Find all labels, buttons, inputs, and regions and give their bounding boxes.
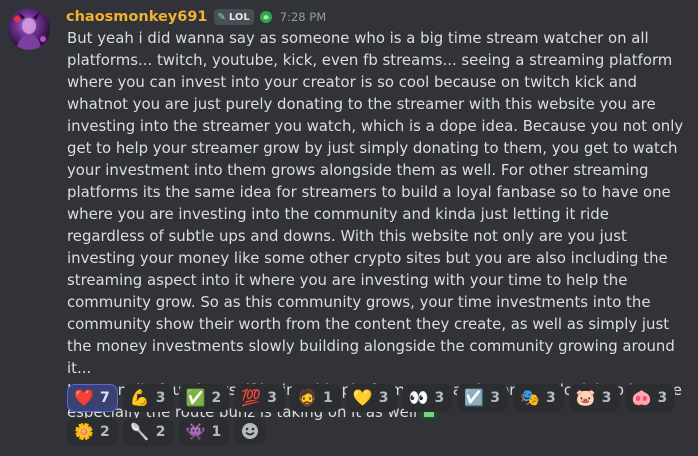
- reaction-count: 3: [267, 390, 277, 406]
- reaction-count: 2: [211, 390, 222, 406]
- reaction-check-mark-button[interactable]: ✅ 2: [178, 384, 230, 412]
- custom-face-icon: 🧔: [297, 388, 317, 407]
- reaction-count: 2: [100, 424, 110, 440]
- reaction-heart[interactable]: ❤️ 7: [67, 384, 118, 412]
- heart-icon: ❤️: [74, 388, 94, 407]
- reactions-row: 🌼 2 🥄 2 👾 1: [67, 418, 695, 446]
- reaction-check-box[interactable]: ☑️ 3: [457, 384, 508, 412]
- chat-message: chaosmonkey691 ✎ LOL 7:28 PM But yeah i …: [0, 0, 698, 456]
- reaction-count: 3: [490, 390, 500, 406]
- custom-gif-1-icon: 🎭: [520, 388, 540, 407]
- reaction-count: 3: [546, 390, 556, 406]
- check-box-icon: ☑️: [464, 388, 485, 407]
- reaction-custom-plant[interactable]: 🌼 2: [67, 418, 118, 446]
- reaction-count: 3: [601, 390, 612, 406]
- message-content: But yeah i did wanna say as someone who …: [67, 27, 691, 423]
- reactions-bar: ❤️ 7 💪 3 ✅ 2 💯 3 🧔 1 💛 3 👀 3 ☑️ 3 🎭 3 🐷 3 🐽 3 🌼 2 🥄 2 👾 1: [67, 384, 695, 452]
- reaction-count: 1: [211, 424, 222, 440]
- reaction-count: 3: [657, 390, 668, 406]
- flexed-biceps-icon: 💪: [129, 388, 150, 407]
- avatar-figure: [16, 12, 42, 50]
- custom-plant-icon: 🌼: [74, 422, 94, 441]
- timestamp: 7:28 PM: [279, 10, 327, 24]
- tag-label: LOL: [228, 11, 250, 23]
- hundred-points-icon: 💯: [241, 388, 262, 407]
- smiley-icon: [242, 423, 259, 439]
- clan-badge-icon[interactable]: [258, 9, 274, 25]
- custom-glitch-icon: 👾: [185, 422, 206, 441]
- server-tag[interactable]: ✎ LOL: [213, 9, 254, 25]
- add-reaction-button[interactable]: [234, 418, 267, 444]
- check-mark-button-icon: ✅: [185, 388, 206, 407]
- reaction-eyes[interactable]: 👀 3: [401, 384, 453, 412]
- reaction-count: 3: [434, 390, 445, 406]
- pig-face-icon: 🐽: [631, 388, 652, 407]
- reactions-row: ❤️ 7 💪 3 ✅ 2 💯 3 🧔 1 💛 3 👀 3 ☑️ 3 🎭 3 🐷 3 🐽 3: [67, 384, 695, 412]
- reaction-yellow-heart[interactable]: 💛 3: [345, 384, 397, 412]
- reaction-flexed-biceps[interactable]: 💪 3: [122, 384, 174, 412]
- reaction-count: 7: [100, 390, 110, 406]
- message-header: chaosmonkey691 ✎ LOL 7:28 PM: [66, 6, 326, 28]
- reaction-custom-face[interactable]: 🧔 1: [290, 384, 341, 412]
- reaction-count: 3: [155, 390, 166, 406]
- custom-small-icon: 🥄: [129, 422, 150, 441]
- reaction-hundred-points[interactable]: 💯 3: [234, 384, 285, 412]
- message-paragraph: But yeah i did wanna say as someone who …: [67, 29, 684, 377]
- reaction-count: 2: [155, 424, 166, 440]
- reaction-custom-pig[interactable]: 🐷 3: [568, 384, 620, 412]
- username[interactable]: chaosmonkey691: [66, 9, 208, 25]
- eyes-icon: 👀: [408, 388, 429, 407]
- yellow-heart-icon: 💛: [352, 388, 373, 407]
- custom-pig-icon: 🐷: [575, 388, 596, 407]
- reaction-count: 3: [378, 390, 389, 406]
- reaction-count: 1: [323, 390, 333, 406]
- reaction-pig-face[interactable]: 🐽 3: [624, 384, 676, 412]
- reaction-custom-gif-1[interactable]: 🎭 3: [513, 384, 564, 412]
- reaction-custom-glitch[interactable]: 👾 1: [178, 418, 230, 446]
- avatar[interactable]: [8, 8, 50, 50]
- reaction-custom-small[interactable]: 🥄 2: [122, 418, 174, 446]
- tag-icon: ✎: [217, 11, 226, 23]
